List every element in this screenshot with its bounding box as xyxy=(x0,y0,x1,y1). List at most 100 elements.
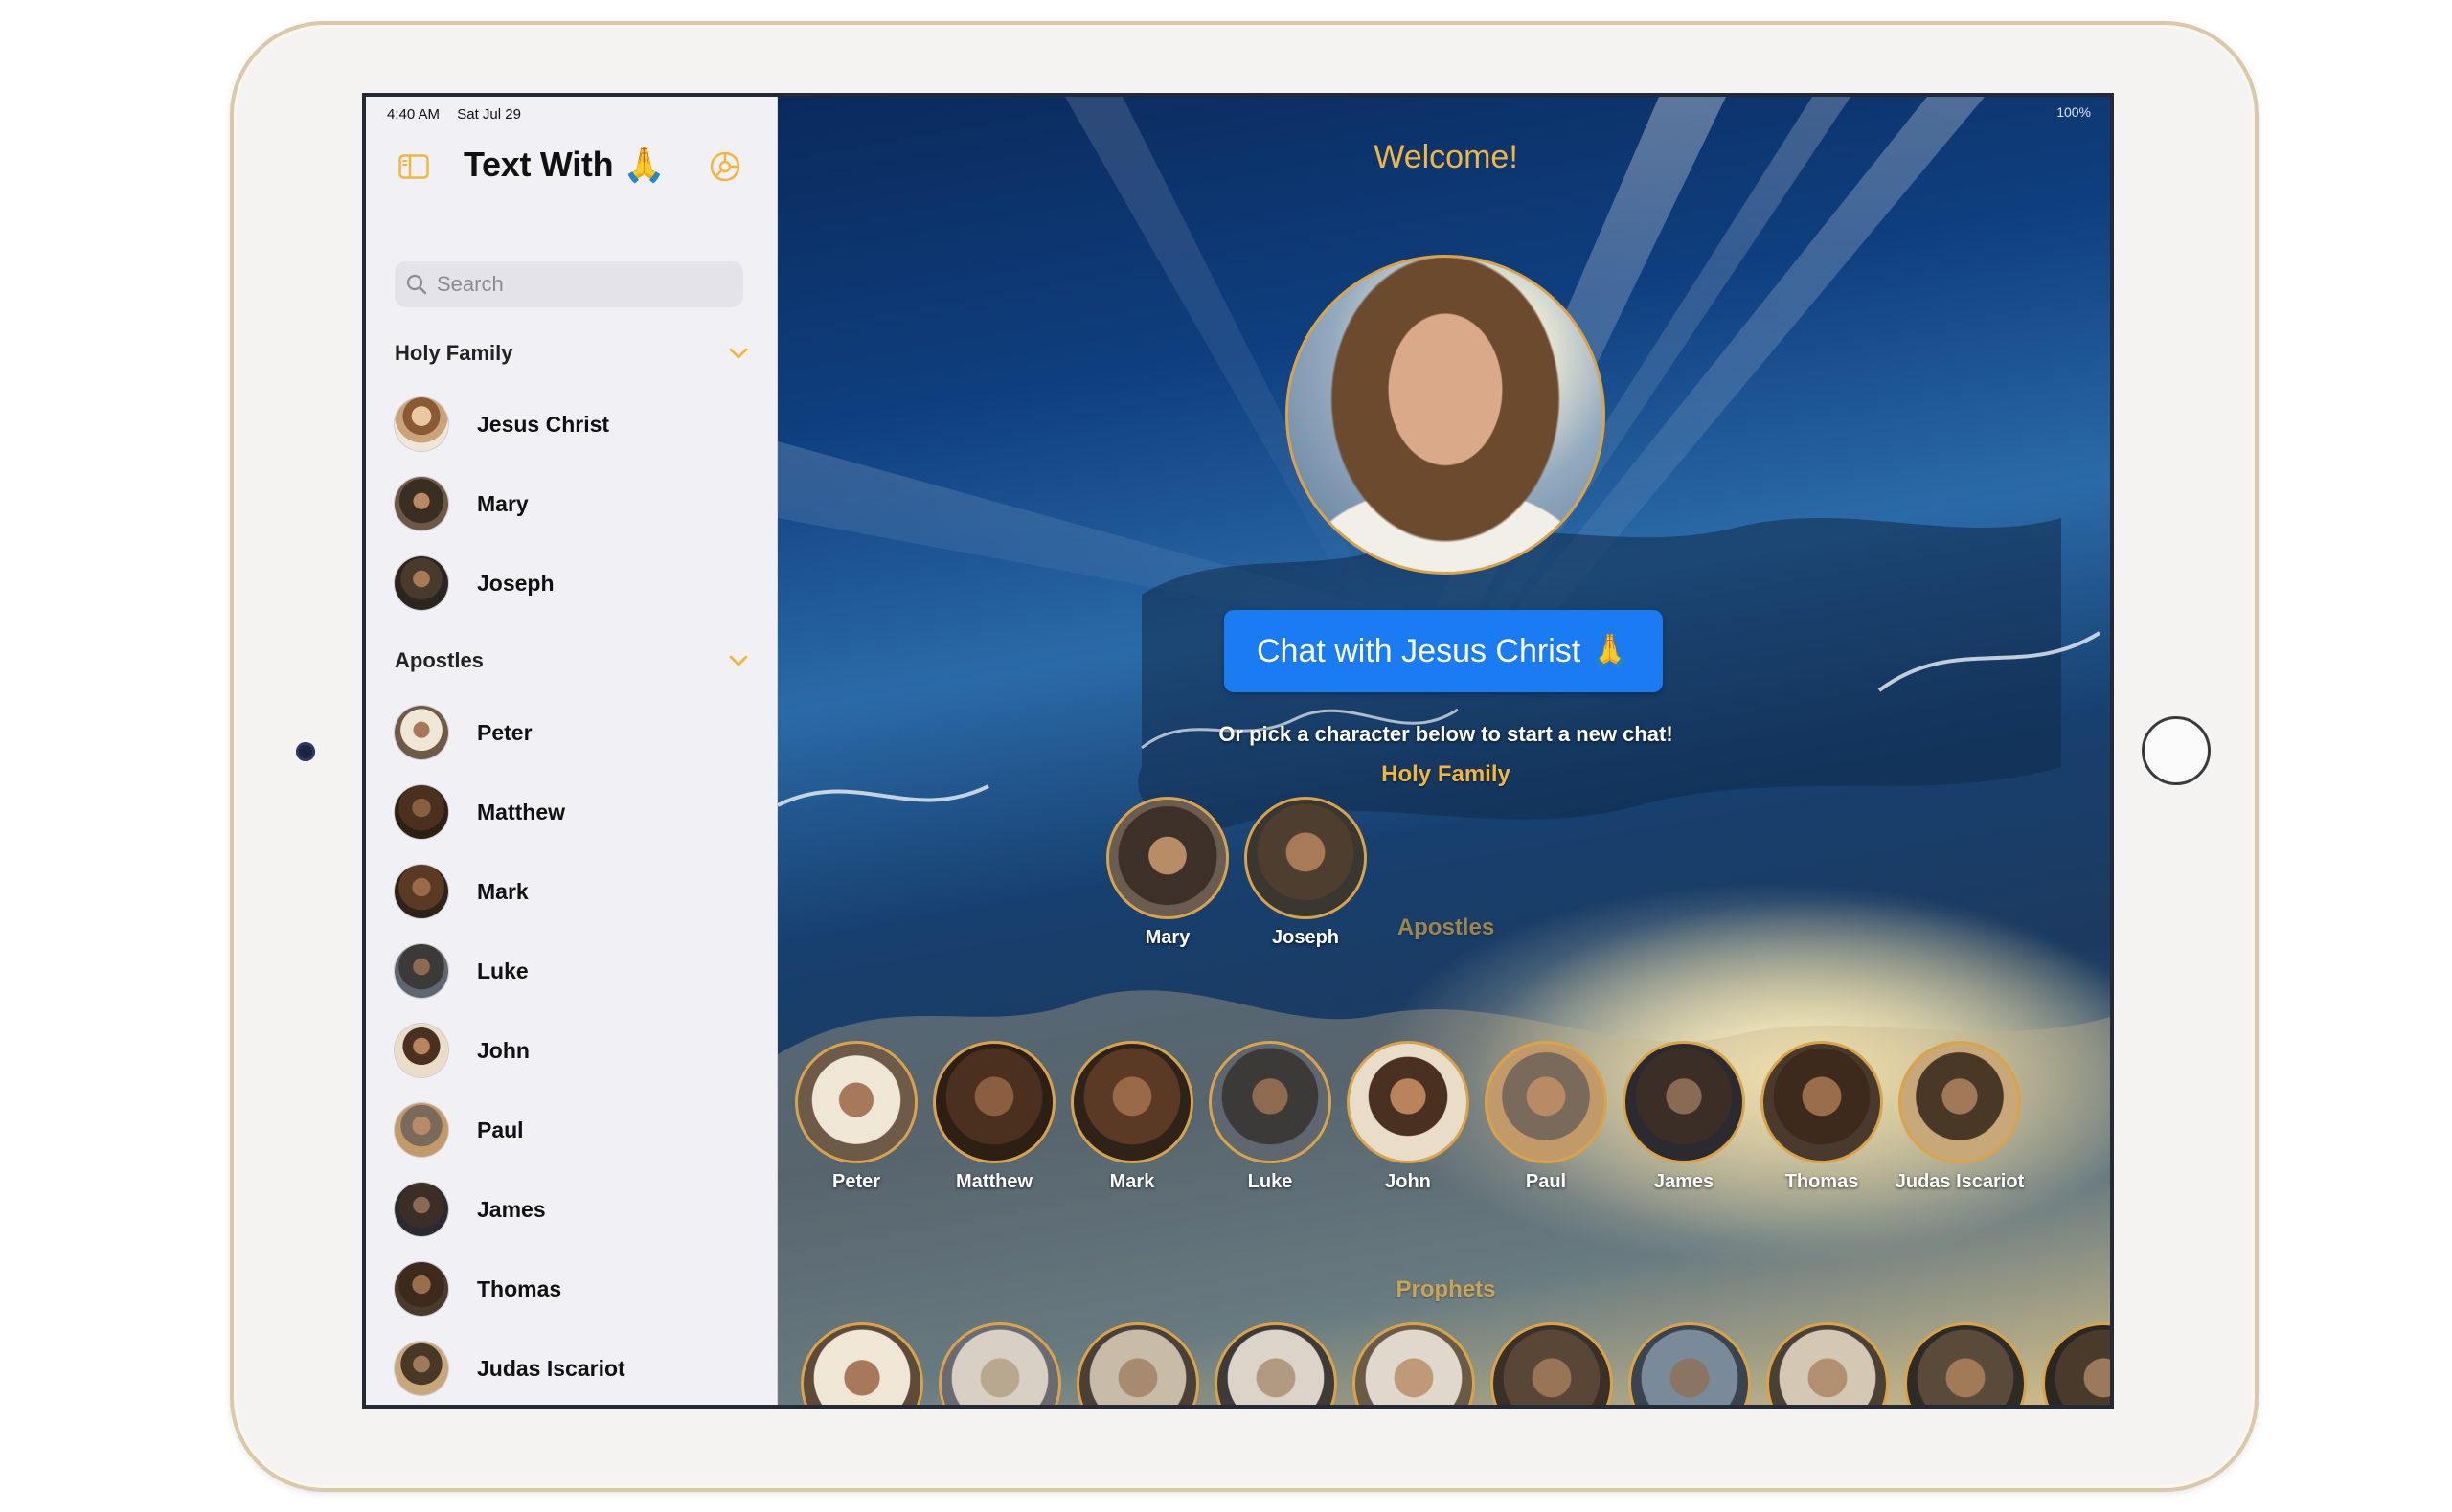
status-time: 4:40 AM xyxy=(387,106,441,123)
character-name: Paul xyxy=(1525,1171,1567,1192)
avatar xyxy=(395,944,448,998)
sidebar-item-paul[interactable]: Paul xyxy=(395,1100,749,1160)
group-title-prophets: Prophets xyxy=(1396,1276,1496,1302)
pick-character-hint: Or pick a character below to start a new… xyxy=(1218,722,1673,746)
character-card-matthew[interactable]: Matthew xyxy=(927,1041,1061,1193)
chat-with-jesus-button[interactable]: Chat with Jesus Christ 🙏 xyxy=(1224,610,1663,692)
prophet-avatar[interactable] xyxy=(2042,1322,2110,1405)
section-title: Apostles xyxy=(395,648,484,672)
sidebar-item-john[interactable]: John xyxy=(395,1021,749,1080)
sidebar-toggle-icon[interactable] xyxy=(398,154,429,179)
section-header-apostles[interactable]: Apostles xyxy=(395,643,749,678)
search-field[interactable] xyxy=(395,261,743,307)
avatar xyxy=(395,865,448,918)
avatar xyxy=(395,1342,448,1395)
avatar xyxy=(1071,1041,1193,1163)
character-name: James xyxy=(1653,1171,1714,1192)
sidebar-item-peter[interactable]: Peter xyxy=(395,703,749,762)
avatar xyxy=(395,1262,448,1316)
chevron-down-icon xyxy=(729,348,748,359)
avatar xyxy=(1244,797,1367,919)
character-card-judas-iscariot[interactable]: Judas Iscariot xyxy=(1893,1041,2027,1193)
settings-icon[interactable] xyxy=(709,150,741,183)
group-title-apostles: Apostles xyxy=(1396,914,1495,940)
sidebar-item-label: Jesus Christ xyxy=(477,411,610,437)
avatar xyxy=(1485,1041,1607,1163)
character-card-luke[interactable]: Luke xyxy=(1203,1041,1337,1193)
search-icon xyxy=(406,274,427,295)
sidebar-item-mary[interactable]: Mary xyxy=(395,474,749,533)
sidebar-item-label: Peter xyxy=(477,719,533,745)
avatar xyxy=(795,1041,918,1163)
character-card-thomas[interactable]: Thomas xyxy=(1755,1041,1889,1193)
sidebar-item-judas-iscariot[interactable]: Judas Iscariot xyxy=(395,1339,749,1398)
sidebar-item-matthew[interactable]: Matthew xyxy=(395,782,749,842)
sidebar-item-label: Mark xyxy=(477,878,529,904)
avatar xyxy=(395,397,448,451)
character-card-peter[interactable]: Peter xyxy=(789,1041,923,1193)
avatar xyxy=(1760,1041,1883,1163)
sidebar-item-james[interactable]: James xyxy=(395,1180,749,1239)
sidebar-item-label: Joseph xyxy=(477,570,555,596)
chevron-down-icon xyxy=(729,655,748,666)
prophet-avatar[interactable] xyxy=(1490,1322,1613,1405)
sidebar-item-label: Luke xyxy=(477,958,529,983)
character-name: Mark xyxy=(1109,1171,1155,1192)
sidebar-item-label: Mary xyxy=(477,490,529,516)
character-card-james[interactable]: James xyxy=(1617,1041,1751,1193)
prophet-avatar[interactable] xyxy=(1352,1322,1475,1405)
sidebar: 4:40 AM Sat Jul 29 Text With 🙏 Search Ho… xyxy=(366,97,778,1405)
prophet-avatar[interactable] xyxy=(1077,1322,1199,1405)
character-card-paul[interactable]: Paul xyxy=(1479,1041,1613,1193)
character-name: Matthew xyxy=(956,1171,1033,1192)
search-input[interactable] xyxy=(435,271,726,298)
avatar xyxy=(1898,1041,2021,1163)
sidebar-item-label: James xyxy=(477,1196,546,1222)
avatar xyxy=(395,1024,448,1077)
avatar xyxy=(1106,797,1229,919)
front-camera xyxy=(296,742,315,761)
prophet-avatar[interactable] xyxy=(1628,1322,1751,1405)
status-date: Sat Jul 29 xyxy=(457,106,521,123)
character-name: Peter xyxy=(831,1171,881,1192)
avatar xyxy=(395,706,448,759)
app-title: Text With 🙏 xyxy=(464,145,666,184)
section-title: Holy Family xyxy=(395,341,513,365)
sidebar-item-label: Judas Iscariot xyxy=(477,1355,625,1381)
sidebar-item-luke[interactable]: Luke xyxy=(395,941,749,1001)
welcome-title: Welcome! xyxy=(1374,139,1518,175)
avatar xyxy=(395,477,448,530)
character-card-john[interactable]: John xyxy=(1341,1041,1475,1193)
main-content: 100% Welcome! Chat with Jesus Christ 🙏 O… xyxy=(778,97,2110,1405)
avatar xyxy=(395,556,448,610)
avatar xyxy=(1347,1041,1469,1163)
character-card-mark[interactable]: Mark xyxy=(1065,1041,1199,1193)
group-title-holy-family: Holy Family xyxy=(1381,761,1510,787)
prophet-avatar[interactable] xyxy=(939,1322,1061,1405)
hero-avatar-jesus[interactable] xyxy=(1285,255,1605,575)
sidebar-item-thomas[interactable]: Thomas xyxy=(395,1259,749,1319)
prophet-avatar[interactable] xyxy=(801,1322,923,1405)
avatar xyxy=(395,785,448,839)
character-name: John xyxy=(1385,1171,1431,1192)
home-button[interactable] xyxy=(2142,716,2211,785)
character-name: Luke xyxy=(1247,1171,1293,1192)
avatar xyxy=(395,1183,448,1236)
prophet-avatar[interactable] xyxy=(1904,1322,2027,1405)
avatar xyxy=(1623,1041,1745,1163)
sidebar-item-label: John xyxy=(477,1037,530,1063)
section-header-holy-family[interactable]: Holy Family xyxy=(395,336,749,371)
sidebar-item-jesus-christ[interactable]: Jesus Christ xyxy=(395,395,749,454)
sidebar-item-label: Matthew xyxy=(477,799,565,824)
sidebar-item-mark[interactable]: Mark xyxy=(395,862,749,921)
avatar xyxy=(395,1103,448,1157)
status-battery: 100% xyxy=(2056,104,2091,120)
prophet-avatar[interactable] xyxy=(1215,1322,1337,1405)
avatar xyxy=(1209,1041,1331,1163)
sidebar-item-label: Thomas xyxy=(477,1275,562,1301)
ipad-screen: 4:40 AM Sat Jul 29 Text With 🙏 Search Ho… xyxy=(362,93,2114,1409)
character-name: Judas Iscariot xyxy=(1895,1171,2025,1192)
sidebar-item-joseph[interactable]: Joseph xyxy=(395,553,749,613)
status-bar-left: 4:40 AM Sat Jul 29 xyxy=(387,106,534,123)
prophet-avatar[interactable] xyxy=(1766,1322,1889,1405)
